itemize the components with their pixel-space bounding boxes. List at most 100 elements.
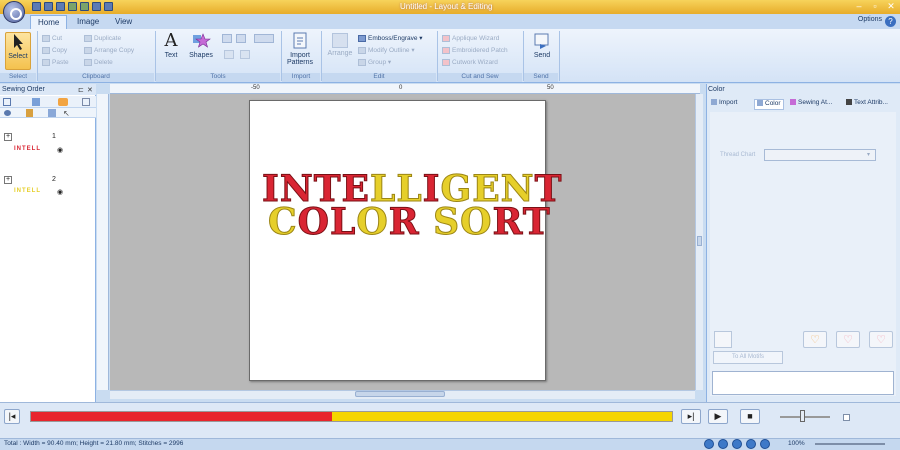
close-panel-icon[interactable]: ✕ <box>87 86 93 94</box>
color-panel-title: Color <box>708 86 725 93</box>
hoop-icon[interactable] <box>718 439 728 449</box>
minimize-button[interactable]: – <box>852 1 866 12</box>
arrange-icon <box>332 33 348 48</box>
cutwork-wizard-button[interactable]: Cutwork Wizard <box>442 57 498 68</box>
group-button[interactable]: Group ▾ <box>358 57 391 68</box>
redo-icon[interactable] <box>80 2 89 11</box>
play-button[interactable]: ▶ <box>708 409 728 424</box>
help-icon[interactable]: ? <box>885 16 896 27</box>
cutwork-heart-button[interactable]: ♡ <box>869 331 893 348</box>
applique-wizard-button[interactable]: Applique Wizard <box>442 33 499 44</box>
delete-icon <box>84 58 92 66</box>
pin-icon[interactable]: ⊏ <box>78 86 84 94</box>
color-info-box <box>712 371 894 395</box>
tab-view[interactable]: View <box>108 15 139 29</box>
text-label: Text <box>164 52 178 59</box>
copy-button[interactable]: Copy <box>42 45 67 56</box>
save-icon[interactable] <box>56 2 65 11</box>
open-file-icon[interactable] <box>44 2 53 11</box>
stop-button[interactable]: ■ <box>740 409 760 424</box>
shapes-button[interactable]: Shapes <box>187 32 215 59</box>
stitch-view-icon[interactable] <box>746 439 756 449</box>
sort-icon[interactable] <box>32 98 40 106</box>
apply-to-all-button[interactable]: To All Motifs <box>713 351 783 364</box>
sewing-item-1-index: 1 <box>52 133 56 140</box>
send-icon <box>532 32 552 50</box>
maximize-button[interactable]: ▫ <box>868 1 882 12</box>
paste-button[interactable]: Paste <box>42 57 69 68</box>
view-mode-icon[interactable] <box>3 98 11 106</box>
eye-icon[interactable] <box>4 110 11 116</box>
import-patterns-label: Import Patterns <box>286 52 314 66</box>
tab-import-label: Import <box>719 99 738 106</box>
duplicate-icon <box>84 34 92 42</box>
design-text-line-2[interactable]: COLOR SORT <box>268 201 551 244</box>
lock-icon[interactable] <box>26 109 33 117</box>
close-button[interactable]: ✕ <box>884 1 898 12</box>
sewing-item-1-thumbnail[interactable]: INTELL <box>14 146 41 152</box>
tab-import[interactable]: Import <box>711 99 737 110</box>
progress-segment <box>332 412 672 421</box>
sewing-item-2-visibility-icon[interactable]: ◉ <box>57 188 63 196</box>
design-letter: T <box>522 201 551 244</box>
delete-button[interactable]: Delete <box>84 57 113 68</box>
color-sort-icon[interactable] <box>58 98 68 106</box>
zoom-fit-icon[interactable] <box>254 34 274 43</box>
tab-image[interactable]: Image <box>70 15 106 29</box>
applique-heart-button[interactable]: ♡ <box>803 331 827 348</box>
tab-color[interactable]: Color <box>754 99 784 110</box>
grid-toggle-icon[interactable] <box>704 439 714 449</box>
select-label: Select <box>8 53 28 60</box>
application-menu-button[interactable] <box>3 1 25 23</box>
go-to-start-button[interactable]: |◂ <box>4 409 20 424</box>
checkbox[interactable] <box>843 414 850 421</box>
layout-icon[interactable] <box>82 98 90 106</box>
design-letter: R <box>388 201 420 244</box>
tools-group-label: Tools <box>156 73 280 82</box>
send-button[interactable]: Send <box>528 32 556 59</box>
modify-outline-button[interactable]: Modify Outline ▾ <box>358 45 415 56</box>
tab-text-attribute[interactable]: Text Attrib... <box>846 99 888 110</box>
emboss-label: Emboss/Engrave <box>368 35 418 42</box>
tab-home[interactable]: Home <box>30 15 68 29</box>
zoom-slider[interactable] <box>815 443 885 445</box>
zoom-in-icon[interactable] <box>222 34 232 43</box>
go-to-end-button[interactable]: ▸| <box>681 409 701 424</box>
arrange-button[interactable]: Arrange <box>326 33 354 57</box>
cut-button[interactable]: Cut <box>42 33 62 44</box>
sewing-item-1-visibility-icon[interactable]: ◉ <box>57 146 63 154</box>
send-label: Send <box>533 52 551 59</box>
chevron-down-icon: ▾ <box>867 152 871 158</box>
embroidered-patch-button[interactable]: Embroidered Patch <box>442 45 508 56</box>
expand-item-1-icon[interactable]: + <box>4 133 12 141</box>
move-up-icon[interactable] <box>48 109 56 117</box>
emboss-engrave-button[interactable]: Emboss/Engrave ▾ <box>358 33 423 44</box>
select-button[interactable]: Select <box>5 32 31 70</box>
embroidered-heart-button[interactable]: ♡ <box>836 331 860 348</box>
expand-item-2-icon[interactable]: + <box>4 176 12 184</box>
new-file-icon[interactable] <box>32 2 41 11</box>
stitch-progress-bar[interactable] <box>30 411 673 422</box>
hand-tool-icon[interactable] <box>224 50 234 59</box>
print-icon[interactable] <box>92 2 101 11</box>
preview-icon[interactable] <box>760 439 770 449</box>
measure-tool-icon[interactable] <box>240 50 250 59</box>
duplicate-button[interactable]: Duplicate <box>84 33 121 44</box>
zoom-out-icon[interactable] <box>236 34 246 43</box>
quick-access-customize-icon[interactable] <box>104 2 113 11</box>
horizontal-scroll-thumb[interactable] <box>355 391 445 397</box>
realistic-view-icon[interactable] <box>732 439 742 449</box>
splitter-handle[interactable] <box>697 236 702 246</box>
text-button[interactable]: A Text <box>160 32 182 60</box>
thread-chart-dropdown[interactable] <box>764 149 876 161</box>
tab-sewing-attribute[interactable]: Sewing At... <box>790 99 832 110</box>
options-menu[interactable]: Options <box>858 16 882 23</box>
sewing-item-2-thumbnail[interactable]: INTELL <box>14 188 41 194</box>
arrange-copy-button[interactable]: Arrange Copy <box>84 45 134 56</box>
color-swatch-button[interactable] <box>714 331 732 348</box>
undo-icon[interactable] <box>68 2 77 11</box>
import-patterns-button[interactable]: Import Patterns <box>284 32 316 66</box>
speed-slider-track[interactable] <box>780 416 830 418</box>
speed-slider-thumb[interactable] <box>800 410 805 422</box>
progress-segment <box>31 412 333 421</box>
